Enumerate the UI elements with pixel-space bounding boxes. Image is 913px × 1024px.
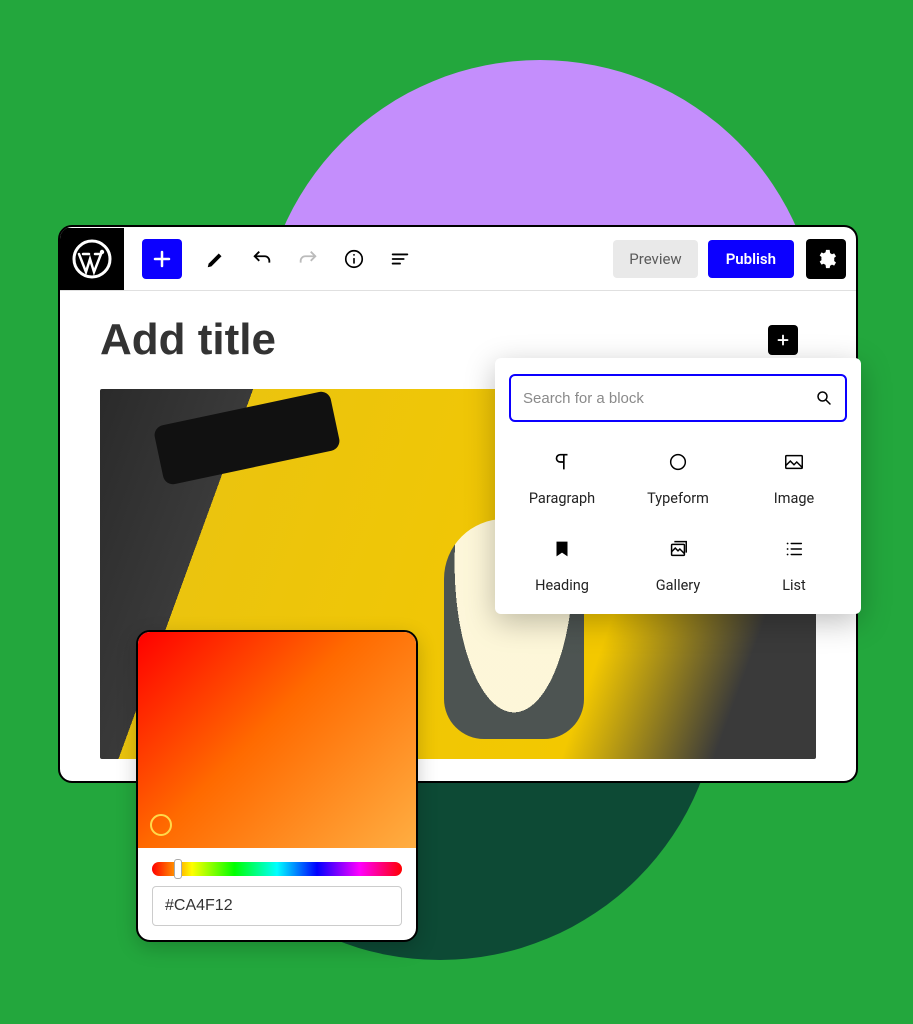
block-label: Heading xyxy=(535,577,589,594)
publish-button[interactable]: Publish xyxy=(708,240,794,278)
outline-icon[interactable] xyxy=(388,247,412,271)
block-image[interactable]: Image xyxy=(741,448,847,507)
list-icon xyxy=(741,535,847,563)
search-icon xyxy=(815,389,833,407)
block-grid: Paragraph Typeform Image Heading Gallery xyxy=(509,448,847,594)
block-paragraph[interactable]: Paragraph xyxy=(509,448,615,507)
hex-input[interactable] xyxy=(152,886,402,926)
block-list[interactable]: List xyxy=(741,535,847,594)
settings-button[interactable] xyxy=(806,239,846,279)
block-label: Image xyxy=(774,490,814,507)
block-label: Paragraph xyxy=(529,490,595,507)
gear-icon xyxy=(815,248,837,270)
image-icon xyxy=(741,448,847,476)
block-search-input[interactable] xyxy=(523,390,815,407)
color-picker-panel xyxy=(136,630,418,942)
info-icon[interactable] xyxy=(342,247,366,271)
undo-icon[interactable] xyxy=(250,247,274,271)
top-bar: Preview Publish xyxy=(60,227,856,291)
block-typeform[interactable]: Typeform xyxy=(625,448,731,507)
block-heading[interactable]: Heading xyxy=(509,535,615,594)
block-label: List xyxy=(782,577,806,594)
hue-slider[interactable] xyxy=(152,862,402,876)
wordpress-logo[interactable] xyxy=(60,228,124,290)
paragraph-icon xyxy=(509,448,615,476)
redo-icon xyxy=(296,247,320,271)
color-canvas-cursor[interactable] xyxy=(150,814,172,836)
block-search-wrap[interactable] xyxy=(509,374,847,422)
color-saturation-canvas[interactable] xyxy=(138,632,416,848)
heading-icon xyxy=(509,535,615,563)
gallery-icon xyxy=(625,535,731,563)
block-gallery[interactable]: Gallery xyxy=(625,535,731,594)
hue-slider-handle[interactable] xyxy=(174,859,182,879)
post-title-input[interactable] xyxy=(100,315,450,365)
add-block-button[interactable] xyxy=(142,239,182,279)
toolbar-icon-group xyxy=(204,247,412,271)
preview-button[interactable]: Preview xyxy=(613,240,697,278)
inline-add-block-button[interactable] xyxy=(768,325,798,355)
block-label: Gallery xyxy=(656,577,700,594)
block-inserter-panel: Paragraph Typeform Image Heading Gallery xyxy=(495,358,861,614)
typeform-icon xyxy=(625,448,731,476)
block-label: Typeform xyxy=(647,490,709,507)
edit-icon[interactable] xyxy=(204,247,228,271)
